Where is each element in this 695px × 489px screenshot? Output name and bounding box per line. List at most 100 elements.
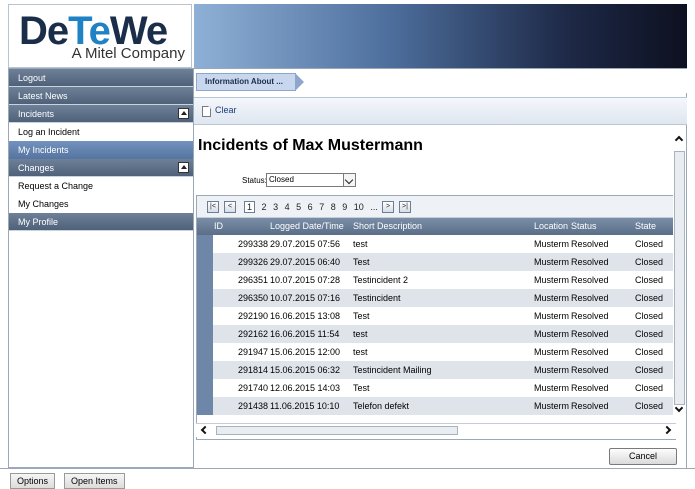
page-link[interactable]: 9 [342, 202, 347, 212]
last-page-icon[interactable]: >| [399, 201, 411, 213]
cell-status: Resolved [571, 311, 609, 321]
page-link[interactable]: 3 [273, 202, 278, 212]
table-row[interactable]: 291814 15.06.2015 06:32 Testincident Maili… [197, 361, 675, 379]
sidebar-item-logout[interactable]: Logout [9, 69, 193, 87]
table-row[interactable]: 296350 10.07.2015 07:16 Testincident Muster… [197, 289, 675, 307]
row-selector[interactable] [197, 235, 213, 253]
collapse-icon[interactable] [178, 108, 189, 119]
status-filter-label: Status: [242, 176, 267, 185]
table-row[interactable]: 299338 29.07.2015 07:56 test Musterm Resolve… [197, 235, 675, 253]
breadcrumb: Information About ... [194, 69, 687, 93]
table-row[interactable]: 291947 15.06.2015 12:00 test Musterm Resolve… [197, 343, 675, 361]
cell-state: Closed [635, 293, 664, 303]
chevron-up-icon[interactable] [674, 135, 684, 145]
sidebar-item-my-profile[interactable]: My Profile [9, 213, 193, 231]
scroll-thumb[interactable] [674, 151, 685, 405]
column-header-status[interactable]: Status [571, 218, 597, 235]
cell-id: 299326 [237, 257, 268, 267]
cell-location: Musterm [534, 275, 570, 285]
table-row[interactable]: 292162 16.06.2015 11:54 test Musterm Resolve… [197, 325, 675, 343]
row-selector[interactable] [197, 397, 213, 415]
cancel-button[interactable]: Cancel [609, 448, 677, 465]
table-row[interactable]: 296351 10.07.2015 07:28 Testincident 2 Must… [197, 271, 675, 289]
chevron-down-icon[interactable] [674, 403, 684, 413]
cell-id: 296350 [237, 293, 268, 303]
cell-status: Resolved [571, 365, 609, 375]
document-icon[interactable] [202, 106, 211, 117]
row-selector[interactable] [197, 379, 213, 397]
tab-open-items[interactable]: Open Items [64, 473, 125, 489]
column-header-state[interactable]: State [635, 218, 656, 235]
chevron-down-icon[interactable] [343, 174, 355, 186]
first-page-icon[interactable]: |< [207, 201, 219, 213]
logo: DeTeWe A Mitel Company [8, 4, 192, 68]
page-link[interactable]: 6 [308, 202, 313, 212]
scroll-thumb[interactable] [216, 426, 458, 435]
cell-location: Musterm [534, 383, 570, 393]
table-row[interactable]: 292190 16.06.2015 13:08 Test Musterm Resolve… [197, 307, 675, 325]
page-current[interactable]: 1 [244, 201, 256, 213]
cell-logged: 29.07.2015 07:56 [270, 239, 341, 249]
cell-description: test [353, 239, 368, 249]
cell-status: Resolved [571, 275, 609, 285]
page-link[interactable]: ... [370, 202, 378, 212]
row-selector[interactable] [197, 361, 213, 379]
tab-options[interactable]: Options [10, 473, 56, 489]
cell-status: Resolved [571, 383, 609, 393]
sidebar-section-incidents[interactable]: Incidents [9, 105, 193, 123]
cell-logged: 16.06.2015 13:08 [270, 311, 341, 321]
status-filter-select[interactable]: Closed [266, 173, 356, 187]
column-header-id[interactable]: ID [214, 218, 223, 235]
row-selector[interactable] [197, 307, 213, 325]
collapse-icon[interactable] [178, 162, 189, 173]
page-link[interactable]: 7 [319, 202, 324, 212]
header-banner [194, 4, 687, 68]
row-selector[interactable] [197, 325, 213, 343]
cell-status: Resolved [571, 293, 609, 303]
main-content: Information About ... Clear Incidents of… [194, 68, 687, 468]
cell-id: 292190 [237, 311, 268, 321]
sidebar-item-latest-news[interactable]: Latest News [9, 87, 193, 105]
next-page-icon[interactable]: > [382, 201, 394, 213]
cell-logged: 10.07.2015 07:28 [270, 275, 341, 285]
column-header-location[interactable]: Location [534, 218, 570, 235]
sidebar-section-changes[interactable]: Changes [9, 159, 193, 177]
bottom-tab-bar: Options Open Items [0, 468, 695, 489]
page-link[interactable]: 5 [296, 202, 301, 212]
page-link[interactable]: 4 [285, 202, 290, 212]
column-header-logged[interactable]: Logged Date/Time [270, 218, 344, 235]
sidebar-section-label: Incidents [18, 109, 55, 119]
chevron-right-icon[interactable] [662, 425, 672, 435]
cell-status: Resolved [571, 401, 609, 411]
previous-page-icon[interactable]: < [224, 201, 236, 213]
row-selector[interactable] [197, 343, 213, 361]
sidebar-item-log-incident[interactable]: Log an Incident [9, 123, 193, 141]
table-row[interactable]: 291740 12.06.2015 14:03 Test Musterm Resolve… [197, 379, 675, 397]
cell-state: Closed [635, 239, 664, 249]
cell-state: Closed [635, 257, 664, 267]
vertical-scrollbar[interactable] [673, 131, 686, 439]
row-selector[interactable] [197, 271, 213, 289]
cell-state: Closed [635, 383, 664, 393]
row-selector[interactable] [197, 289, 213, 307]
cell-description: test [353, 329, 368, 339]
page-link[interactable]: 8 [331, 202, 336, 212]
row-selector[interactable] [197, 253, 213, 271]
table-row[interactable]: 291438 11.06.2015 10:10 Telefon defekt Must… [197, 397, 675, 415]
column-header-description[interactable]: Short Description [353, 218, 422, 235]
chevron-left-icon[interactable] [200, 425, 210, 435]
cell-state: Closed [635, 329, 664, 339]
clear-button[interactable]: Clear [215, 105, 237, 115]
sidebar-item-my-changes[interactable]: My Changes [9, 195, 193, 213]
sidebar: Logout Latest News Incidents Log an Inci… [8, 68, 194, 468]
table-row[interactable]: 299326 29.07.2015 06:40 Test Musterm Resolve… [197, 253, 675, 271]
sidebar-item-request-change[interactable]: Request a Change [9, 177, 193, 195]
breadcrumb-item[interactable]: Information About ... [196, 73, 304, 91]
horizontal-scrollbar[interactable] [196, 423, 676, 437]
page-link[interactable]: 2 [262, 202, 267, 212]
cell-id: 291814 [237, 365, 268, 375]
sidebar-item-my-incidents[interactable]: My Incidents [9, 141, 193, 159]
cell-status: Resolved [571, 329, 609, 339]
page-link[interactable]: 10 [354, 202, 364, 212]
cell-state: Closed [635, 347, 664, 357]
